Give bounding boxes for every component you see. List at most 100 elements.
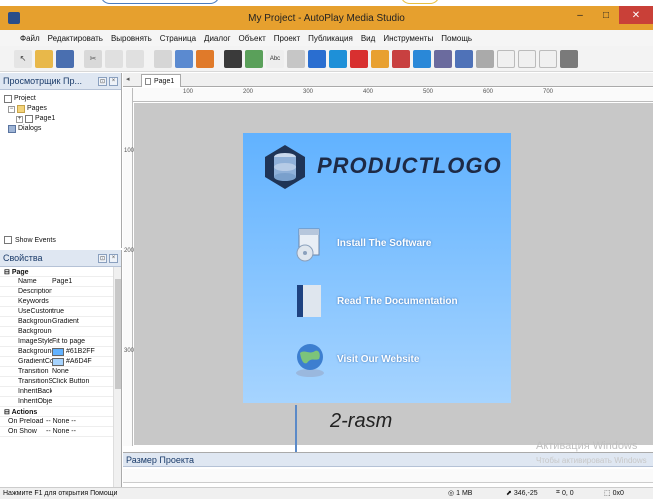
flash-icon[interactable]	[196, 49, 214, 68]
menu-help[interactable]: Помощь	[441, 34, 472, 43]
video-icon[interactable]	[350, 49, 368, 68]
save-icon[interactable]	[56, 49, 74, 68]
quicktime-icon[interactable]	[308, 49, 326, 68]
menu-project[interactable]: Проект	[274, 34, 300, 43]
property-row[interactable]: BackgroundIr	[0, 327, 121, 337]
menu-publish[interactable]: Публикация	[308, 34, 353, 43]
input-icon[interactable]	[371, 49, 389, 68]
project-size-title: Размер Проекта	[126, 454, 194, 465]
slideshow-icon[interactable]	[175, 49, 193, 68]
vertical-ruler: 100 200 300	[123, 88, 134, 446]
status-position: ⌗ 0, 0	[556, 489, 574, 497]
size-ruler	[123, 469, 653, 483]
image-icon[interactable]	[154, 49, 172, 68]
menu-edit[interactable]: Редактировать	[48, 34, 103, 43]
close-icon[interactable]: ×	[109, 76, 118, 86]
menu-view[interactable]: Вид	[361, 34, 375, 43]
tab-page1[interactable]: Page1	[141, 74, 182, 87]
category-actions[interactable]: ⊟ Actions	[0, 407, 121, 417]
visit-website-button[interactable]: Visit Our Website	[293, 339, 419, 379]
cut-icon[interactable]: ✂	[84, 49, 102, 68]
figure-caption: 2-rasm	[330, 410, 393, 432]
close-icon[interactable]: ×	[109, 253, 118, 263]
status-hint: Нажмите F1 для открытия Помощи	[3, 490, 118, 497]
menu-page[interactable]: Страница	[160, 34, 196, 43]
pin-icon[interactable]: ⊡	[98, 76, 107, 86]
show-events-checkbox[interactable]	[4, 236, 12, 244]
properties-title: Свойства	[3, 253, 43, 263]
property-row[interactable]: UseCustomSctrue	[0, 307, 121, 317]
property-row[interactable]: Description	[0, 287, 121, 297]
product-logo-text: PRODUCTLOGO	[317, 153, 502, 178]
position-icon: ⌗	[556, 489, 560, 496]
pdf-icon[interactable]	[329, 49, 347, 68]
progress-icon[interactable]	[518, 49, 536, 68]
property-row[interactable]: Name Page1	[0, 277, 121, 287]
web-icon[interactable]	[287, 49, 305, 68]
menu-object[interactable]: Объект	[239, 34, 266, 43]
software-box-icon	[296, 228, 320, 262]
activation-watermark-sub: Чтобы активировать Windows	[536, 456, 647, 465]
button-icon[interactable]: Abc	[266, 49, 284, 68]
paragraph-icon[interactable]	[245, 49, 263, 68]
tab-nav-icon[interactable]: ◂	[126, 75, 136, 85]
status-dimensions: ⬚ 0x0	[604, 489, 624, 498]
tree-item-page1[interactable]: + Page1	[4, 114, 117, 124]
app-icon	[8, 12, 20, 24]
show-events[interactable]: Show Events	[4, 236, 56, 244]
menu-dialog[interactable]: Диалог	[204, 34, 230, 43]
property-row[interactable]: GradientColo#A6D4F	[0, 357, 121, 367]
action-row[interactable]: On Show -- None --	[0, 427, 121, 437]
copy-icon[interactable]	[105, 49, 123, 68]
property-row[interactable]: ImageStyle Fit to page	[0, 337, 121, 347]
open-folder-icon[interactable]	[35, 49, 53, 68]
project-icon	[4, 95, 12, 103]
close-button[interactable]: ✕	[619, 6, 653, 24]
read-documentation-button[interactable]: Read The Documentation	[293, 281, 458, 321]
install-software-button[interactable]: Install The Software	[293, 223, 431, 263]
checkbox-icon[interactable]	[392, 49, 410, 68]
title-bar: My Project - AutoPlay Media Studio – □ ✕	[0, 6, 653, 30]
properties-header: Свойства ⊡ ×	[0, 250, 121, 267]
tree-item-project[interactable]: Project	[4, 94, 117, 104]
menu-tools[interactable]: Инструменты	[383, 34, 433, 43]
label-icon[interactable]	[224, 49, 242, 68]
menu-align[interactable]: Выровнять	[111, 34, 152, 43]
document-tabs: ◂ Page1	[123, 73, 653, 87]
slider-icon[interactable]	[539, 49, 557, 68]
radio-icon[interactable]	[413, 49, 431, 68]
tree-icon[interactable]	[476, 49, 494, 68]
expand-icon[interactable]: +	[16, 115, 23, 123]
property-row[interactable]: BackgroundC#61B2FF	[0, 347, 121, 357]
property-row[interactable]: InheritObject:	[0, 397, 121, 407]
xbutton-icon[interactable]	[560, 49, 578, 68]
design-canvas[interactable]: PRODUCTLOGO Install The Software Read Th…	[134, 103, 653, 445]
category-page[interactable]: ⊟ Page	[0, 267, 121, 277]
collapse-icon[interactable]: ⊟	[4, 269, 12, 276]
page-preview[interactable]: PRODUCTLOGO Install The Software Read Th…	[243, 133, 511, 403]
tree-item-pages[interactable]: − Pages	[4, 104, 117, 114]
explorer-header: Просмотрщик Пр... ⊡ ×	[0, 73, 121, 90]
listbox-icon[interactable]	[434, 49, 452, 68]
book-icon	[297, 285, 321, 317]
menu-file[interactable]: Файл	[20, 34, 40, 43]
paste-icon[interactable]	[126, 49, 144, 68]
property-row[interactable]: InheritBackgr	[0, 387, 121, 397]
collapse-icon[interactable]: ⊟	[4, 409, 12, 416]
scroll-thumb[interactable]	[115, 279, 121, 389]
action-row[interactable]: On Preload -- None --	[0, 417, 121, 427]
tree-item-dialogs[interactable]: Dialogs	[4, 124, 117, 134]
combobox-icon[interactable]	[455, 49, 473, 68]
property-row[interactable]: BackgroundSGradient	[0, 317, 121, 327]
maximize-button[interactable]: □	[593, 6, 619, 24]
pointer-icon[interactable]: ↖	[14, 49, 32, 68]
property-row[interactable]: Keywords	[0, 297, 121, 307]
property-row[interactable]: Transition None	[0, 367, 121, 377]
page-icon	[25, 115, 33, 123]
properties-scrollbar[interactable]	[113, 267, 121, 487]
collapse-icon[interactable]: −	[8, 105, 15, 113]
minimize-button[interactable]: –	[567, 6, 593, 24]
property-row[interactable]: TransitionSettClick Button	[0, 377, 121, 387]
grid-icon[interactable]	[497, 49, 515, 68]
pin-icon[interactable]: ⊡	[98, 253, 107, 263]
